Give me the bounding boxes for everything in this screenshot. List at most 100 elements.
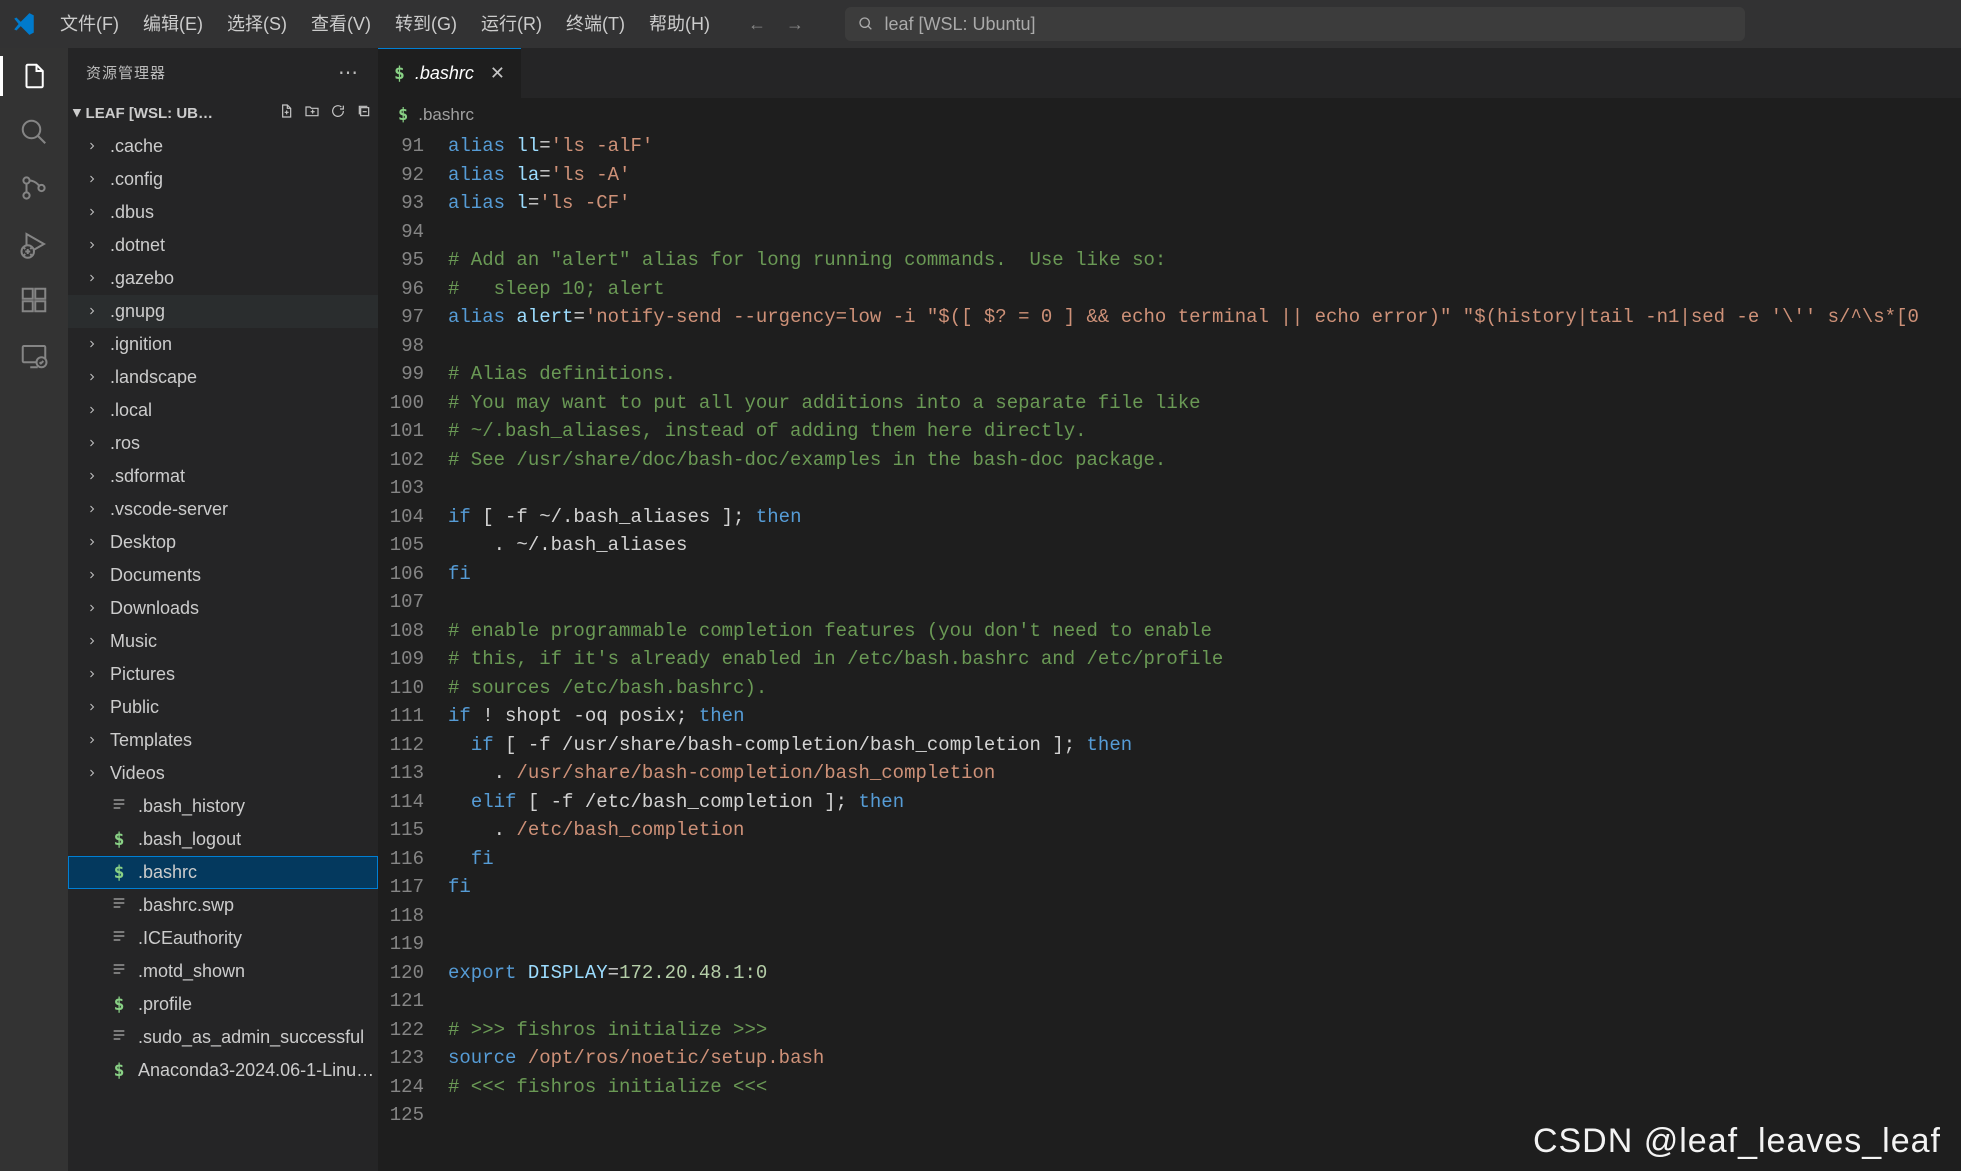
tree-item-label: Desktop: [110, 532, 176, 553]
tree-item-label: Videos: [110, 763, 165, 784]
text-file-icon: [111, 928, 127, 949]
shell-file-icon: $: [398, 105, 408, 125]
tree-item-label: Templates: [110, 730, 192, 751]
chevron-right-icon: [86, 466, 100, 487]
menu-item[interactable]: 查看(V): [299, 0, 383, 48]
tree-folder[interactable]: Templates: [68, 724, 378, 757]
code-editor[interactable]: 91 92 93 94 95 96 97 98 99 100 101 102 1…: [378, 132, 1961, 1171]
menu-item[interactable]: 运行(R): [469, 0, 554, 48]
explorer-folder-header[interactable]: ▸ LEAF [WSL: UB…: [68, 96, 378, 130]
tree-folder[interactable]: .ignition: [68, 328, 378, 361]
tree-folder[interactable]: .gnupg: [68, 295, 378, 328]
chevron-down-icon: ▸: [69, 109, 87, 117]
tree-item-label: .bash_history: [138, 796, 245, 817]
vscode-logo-icon: [0, 11, 48, 37]
tree-folder[interactable]: Videos: [68, 757, 378, 790]
tree-folder[interactable]: .dotnet: [68, 229, 378, 262]
menu-item[interactable]: 编辑(E): [131, 0, 215, 48]
tree-item-label: .gnupg: [110, 301, 165, 322]
tree-folder[interactable]: .config: [68, 163, 378, 196]
menu-item[interactable]: 选择(S): [215, 0, 299, 48]
menu-item[interactable]: 终端(T): [554, 0, 637, 48]
code-content[interactable]: alias ll='ls -alF' alias la='ls -A' alia…: [448, 132, 1961, 1171]
tree-item-label: Music: [110, 631, 157, 652]
shell-file-icon: $: [114, 862, 125, 883]
command-center[interactable]: leaf [WSL: Ubuntu]: [845, 7, 1745, 41]
tree-folder[interactable]: .dbus: [68, 196, 378, 229]
activity-extensions-icon[interactable]: [16, 282, 52, 318]
tree-folder[interactable]: Music: [68, 625, 378, 658]
tree-item-label: Downloads: [110, 598, 199, 619]
tree-item-label: Documents: [110, 565, 201, 586]
tree-item-label: .landscape: [110, 367, 197, 388]
tree-file[interactable]: $.bash_logout: [68, 823, 378, 856]
tree-folder[interactable]: .cache: [68, 130, 378, 163]
tree-item-label: .sdformat: [110, 466, 185, 487]
shell-file-icon: $: [114, 829, 125, 850]
activity-run-debug-icon[interactable]: [16, 226, 52, 262]
menu-item[interactable]: 文件(F): [48, 0, 131, 48]
editor-tabs: $ .bashrc ✕: [378, 48, 1961, 98]
editor-area: $ .bashrc ✕ $ .bashrc 91 92 93 94 95 96 …: [378, 48, 1961, 1171]
tree-item-label: .dbus: [110, 202, 154, 223]
tree-file[interactable]: $ .bashrc: [68, 856, 378, 889]
tree-file[interactable]: .motd_shown: [68, 955, 378, 988]
tree-folder[interactable]: .sdformat: [68, 460, 378, 493]
command-center-text: leaf [WSL: Ubuntu]: [884, 14, 1035, 35]
activity-bar: [0, 48, 68, 1171]
refresh-icon[interactable]: [330, 103, 346, 123]
tab-bashrc[interactable]: $ .bashrc ✕: [378, 48, 521, 98]
tree-item-label: .bashrc.swp: [138, 895, 234, 916]
tree-item-label: .gazebo: [110, 268, 174, 289]
tree-folder[interactable]: Desktop: [68, 526, 378, 559]
chevron-right-icon: [86, 532, 100, 553]
collapse-all-icon[interactable]: [356, 103, 372, 123]
chevron-right-icon: [86, 268, 100, 289]
tree-folder[interactable]: .vscode-server: [68, 493, 378, 526]
tree-item-label: .sudo_as_admin_successful: [138, 1027, 364, 1048]
tree-item-label: .vscode-server: [110, 499, 228, 520]
tree-file[interactable]: .sudo_as_admin_successful: [68, 1021, 378, 1054]
breadcrumb-label: .bashrc: [418, 105, 474, 125]
activity-scm-icon[interactable]: [16, 170, 52, 206]
tree-file[interactable]: .bashrc.swp: [68, 889, 378, 922]
text-file-icon: [111, 961, 127, 982]
tab-close-icon[interactable]: ✕: [490, 63, 505, 84]
tree-folder[interactable]: Public: [68, 691, 378, 724]
tree-folder[interactable]: .ros: [68, 427, 378, 460]
new-file-icon[interactable]: [278, 103, 294, 123]
tab-label: .bashrc: [415, 63, 474, 84]
tree-item-label: .cache: [110, 136, 163, 157]
tree-item-label: Public: [110, 697, 159, 718]
breadcrumb[interactable]: $ .bashrc: [378, 98, 1961, 132]
tree-folder[interactable]: .landscape: [68, 361, 378, 394]
sidebar-more-icon[interactable]: ⋯: [338, 60, 360, 85]
chevron-right-icon: [86, 763, 100, 784]
tree-item-label: .ICEauthority: [138, 928, 242, 949]
nav-forward-icon[interactable]: →: [780, 14, 810, 35]
menu-item[interactable]: 转到(G): [383, 0, 469, 48]
text-file-icon: [111, 796, 127, 817]
new-folder-icon[interactable]: [304, 103, 320, 123]
chevron-right-icon: [86, 334, 100, 355]
tree-folder[interactable]: Documents: [68, 559, 378, 592]
tree-item-label: .bashrc: [138, 862, 197, 883]
file-tree[interactable]: .cache .config .dbus .dotnet .gazebo .gnupg .i…: [68, 130, 378, 1171]
tree-file[interactable]: $Anaconda3-2024.06-1-Linu…: [68, 1054, 378, 1087]
tree-item-label: .ignition: [110, 334, 172, 355]
tree-file[interactable]: .bash_history: [68, 790, 378, 823]
chevron-right-icon: [86, 433, 100, 454]
chevron-right-icon: [86, 631, 100, 652]
activity-explorer-icon[interactable]: [16, 58, 52, 94]
activity-remote-icon[interactable]: [16, 338, 52, 374]
tree-folder[interactable]: .gazebo: [68, 262, 378, 295]
shell-file-icon: $: [114, 994, 125, 1015]
tree-folder[interactable]: .local: [68, 394, 378, 427]
nav-back-icon[interactable]: ←: [742, 14, 772, 35]
tree-file[interactable]: .ICEauthority: [68, 922, 378, 955]
menu-item[interactable]: 帮助(H): [637, 0, 722, 48]
tree-file[interactable]: $.profile: [68, 988, 378, 1021]
tree-folder[interactable]: Downloads: [68, 592, 378, 625]
tree-folder[interactable]: Pictures: [68, 658, 378, 691]
activity-search-icon[interactable]: [16, 114, 52, 150]
